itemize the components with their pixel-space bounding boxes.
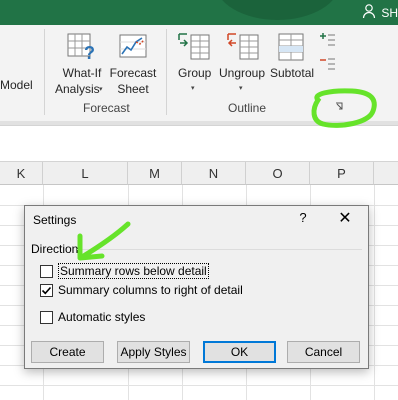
column-header-n[interactable]: N — [182, 162, 246, 185]
formula-bar-area — [0, 126, 398, 162]
summary-columns-label: Summary columns to right of detail — [58, 283, 243, 297]
automatic-styles-label: Automatic styles — [58, 310, 146, 324]
what-if-analysis-icon: ? — [67, 33, 95, 62]
column-header-k[interactable]: K — [0, 162, 43, 185]
summary-rows-checkbox[interactable] — [40, 264, 53, 278]
title-bar-graphic — [215, 0, 340, 20]
automatic-styles-checkbox[interactable] — [40, 310, 53, 324]
dialog-launcher-icon[interactable] — [335, 102, 345, 112]
ribbon-separator — [166, 29, 167, 115]
what-if-label-line2: Analysis — [55, 82, 100, 96]
settings-dialog: Settings ? ✕ Direction Summary rows belo… — [24, 205, 369, 369]
column-header-m[interactable]: M — [128, 162, 182, 185]
what-if-label-line1: What-If — [62, 66, 102, 80]
automatic-styles-option[interactable]: Automatic styles — [40, 309, 145, 325]
forecast-sheet-label-line1: Forecast — [109, 66, 157, 80]
close-icon[interactable]: ✕ — [336, 210, 354, 228]
user-initials: SH — [381, 5, 398, 20]
subtotal-label: Subtotal — [270, 66, 315, 80]
dialog-title: Settings — [33, 213, 77, 227]
subtotal-icon — [278, 33, 304, 61]
column-header-l[interactable]: L — [43, 162, 128, 185]
apply-styles-button[interactable]: Apply Styles — [117, 341, 190, 363]
ungroup-label: Ungroup — [219, 66, 266, 80]
column-header-next[interactable] — [374, 162, 398, 185]
group-label: Group — [178, 66, 212, 80]
summary-columns-checkbox[interactable] — [40, 283, 53, 297]
summary-rows-label: Summary rows below detail — [58, 263, 209, 279]
checkmark-icon — [41, 286, 52, 294]
show-detail-icon[interactable] — [318, 31, 336, 51]
chevron-down-icon: ▾ — [99, 86, 103, 93]
group-icon — [178, 33, 210, 60]
outline-group-label: Outline — [228, 101, 267, 115]
ribbon-separator — [44, 29, 45, 115]
hide-detail-icon[interactable] — [318, 55, 336, 75]
summary-columns-right-option[interactable]: Summary columns to right of detail — [40, 282, 243, 298]
forecast-group-label: Forecast — [83, 101, 130, 115]
column-header-p[interactable]: P — [310, 162, 374, 185]
svg-text:?: ? — [84, 43, 95, 62]
person-icon — [362, 3, 378, 22]
create-button[interactable]: Create — [31, 341, 104, 363]
column-header-o[interactable]: O — [246, 162, 310, 185]
chevron-down-icon: ▾ — [191, 85, 195, 92]
ungroup-icon — [227, 33, 259, 60]
chevron-down-icon: ▾ — [239, 85, 243, 92]
forecast-sheet-label-line2: Sheet — [117, 82, 149, 96]
summary-rows-below-option[interactable]: Summary rows below detail — [40, 263, 209, 279]
forecast-sheet-icon — [119, 34, 147, 58]
title-bar: SH — [0, 0, 398, 25]
ribbon: Model ? What-If Analysis ▾ Forecast Shee… — [0, 25, 398, 121]
direction-section-label: Direction — [31, 242, 79, 256]
ok-button[interactable]: OK — [203, 341, 276, 363]
cancel-button[interactable]: Cancel — [287, 341, 360, 363]
account-button[interactable]: SH — [362, 0, 398, 25]
help-icon[interactable]: ? — [297, 210, 309, 228]
data-model-button-label[interactable]: Model — [0, 78, 33, 92]
section-divider — [77, 249, 362, 250]
